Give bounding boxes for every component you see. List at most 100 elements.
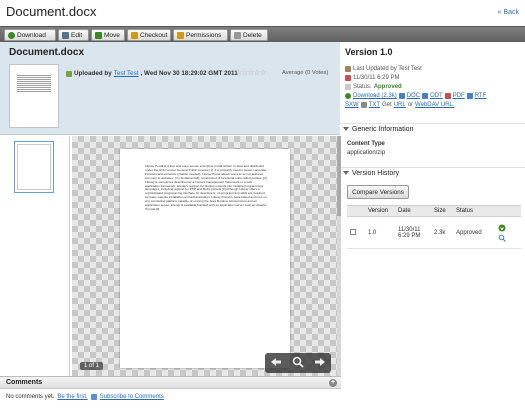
upload-date: , Wed Nov 30 18:29:02 GMT 2011 [140, 70, 238, 77]
webdav-url-link[interactable]: WebDAV URL. [415, 102, 454, 108]
viewer-controls [265, 353, 331, 373]
user-icon [345, 66, 351, 72]
move-button-label: Move [104, 31, 120, 39]
arrow-left-icon [271, 358, 281, 366]
download-icon [345, 93, 351, 99]
document-header-panel: Document.docx Uploaded by Test Test, Wed… [0, 42, 340, 135]
table-header-row: Version Date Size Status [347, 205, 521, 217]
doc-format-icon [398, 93, 405, 99]
comments-section: Comments + No comments yet. Be the first… [0, 376, 341, 409]
page-title: Document.docx [6, 4, 97, 19]
comments-body: No comments yet. Be the first. Subscribe… [0, 389, 341, 405]
page-thumbnail-column [0, 136, 70, 376]
or-label: or [407, 102, 414, 108]
compare-versions-button[interactable]: Compare Versions [347, 185, 409, 199]
toolbar: Download Edit Move Checkout Permissions … [0, 26, 525, 42]
version-history-heading: Version History [352, 169, 400, 177]
row-checkbox[interactable] [350, 228, 356, 235]
delete-button-label: Delete [243, 31, 262, 39]
row-size: 2.3k [431, 216, 453, 249]
star-icon[interactable]: ☆ [260, 68, 267, 77]
download-link[interactable]: Download (2.3k) [353, 93, 397, 99]
status-icon [345, 84, 351, 90]
get-url-link[interactable]: URL [394, 102, 406, 108]
download-icon [8, 31, 15, 39]
delete-button[interactable]: Delete [230, 29, 268, 41]
previous-page-button[interactable] [270, 357, 282, 369]
column-header-status: Status [453, 205, 495, 217]
last-updated-text: Last Updated by Test Test [353, 66, 422, 72]
format-txt-link[interactable]: TXT [369, 102, 380, 108]
last-updated: Last Updated by Test Test [345, 66, 422, 72]
uploaded-by-label: Uploaded by [74, 70, 112, 77]
format-rtf-link[interactable]: RTF [475, 93, 487, 99]
page-thumbnail-preview [17, 144, 51, 190]
content-type-label: Content Type [347, 141, 385, 147]
txt-format-icon [360, 102, 367, 108]
generic-information-heading: Generic Information [352, 125, 414, 133]
permissions-button-label: Permissions [186, 31, 222, 39]
document-title: Document.docx [9, 47, 85, 58]
table-row: 1.0 11/30/11 6:29 PM 2.3k Approved [347, 216, 521, 249]
download-version-icon[interactable] [498, 224, 506, 232]
no-comments-text: No comments yet. [6, 394, 55, 400]
version-date: 11/30/11 6:29 PM [345, 75, 399, 81]
back-link[interactable]: « Back [498, 9, 519, 16]
permissions-button[interactable]: Permissions [173, 29, 228, 41]
format-pdf-link[interactable]: PDF [453, 93, 465, 99]
version-date-text: 11/30/11 6:29 PM [353, 75, 400, 81]
rating-stars[interactable]: ☆☆☆☆☆ [235, 68, 267, 77]
edit-icon [62, 31, 69, 39]
subscribe-link[interactable]: Subscribe to Comments [100, 394, 164, 400]
column-header-size: Size [431, 205, 453, 217]
row-select-cell [347, 216, 365, 249]
format-sxw-link[interactable]: SXW [345, 102, 359, 108]
document-page: Liferay Portal is a free and open source… [120, 149, 290, 368]
format-odt-link[interactable]: ODT [430, 93, 443, 99]
edit-button-label: Edit [71, 31, 83, 39]
key-icon [177, 31, 184, 39]
version-history-header[interactable]: Version History [341, 167, 525, 178]
next-page-button[interactable] [314, 357, 326, 369]
status-label: Status: [353, 84, 372, 90]
column-header-version: Version [365, 205, 395, 217]
generic-information-header[interactable]: Generic Information [341, 123, 525, 134]
magnifier-icon [292, 356, 304, 368]
rtf-format-icon [466, 93, 473, 99]
expand-icon[interactable]: + [329, 379, 337, 387]
checkout-button[interactable]: Checkout [127, 29, 171, 41]
column-header-date: Date [395, 205, 431, 217]
upload-info: Uploaded by Test Test, Wed Nov 30 18:29:… [66, 70, 238, 77]
row-actions [495, 216, 521, 249]
page-text: Liferay Portal is a free and open source… [145, 164, 267, 211]
status-value: Approved [373, 84, 402, 90]
comments-header[interactable]: Comments + [0, 377, 341, 389]
version-history-table: Version Date Size Status 1.0 11/30/11 6:… [347, 205, 521, 249]
content-type-value: application/zip [347, 150, 386, 156]
edit-button[interactable]: Edit [58, 29, 89, 41]
move-button[interactable]: Move [91, 29, 125, 41]
row-status: Approved [453, 216, 495, 249]
user-icon [66, 70, 72, 77]
version-status: Status: Approved [345, 84, 402, 90]
calendar-icon [345, 75, 351, 81]
be-first-link[interactable]: Be the first. [57, 394, 87, 400]
format-doc-link[interactable]: DOC [407, 93, 420, 99]
document-viewer[interactable]: Liferay Portal is a free and open source… [72, 136, 340, 376]
delete-icon [234, 31, 241, 39]
page-thumbnail[interactable] [14, 141, 54, 193]
column-header-select [347, 205, 365, 217]
row-version: 1.0 [365, 216, 395, 249]
get-label: Get [382, 102, 392, 108]
version-panel: Version 1.0 Last Updated by Test Test 11… [341, 42, 525, 409]
version-title: Version 1.0 [345, 47, 393, 57]
subscribe-icon [90, 394, 97, 400]
uploader-link[interactable]: Test Test [114, 70, 139, 77]
zoom-button[interactable] [292, 356, 304, 370]
download-button[interactable]: Download [4, 29, 56, 41]
document-thumbnail[interactable] [9, 64, 59, 128]
collapse-triangle-icon [343, 171, 349, 175]
view-version-icon[interactable] [498, 234, 506, 242]
thumbnail-text-lines [17, 75, 51, 93]
comments-heading: Comments [6, 379, 43, 386]
